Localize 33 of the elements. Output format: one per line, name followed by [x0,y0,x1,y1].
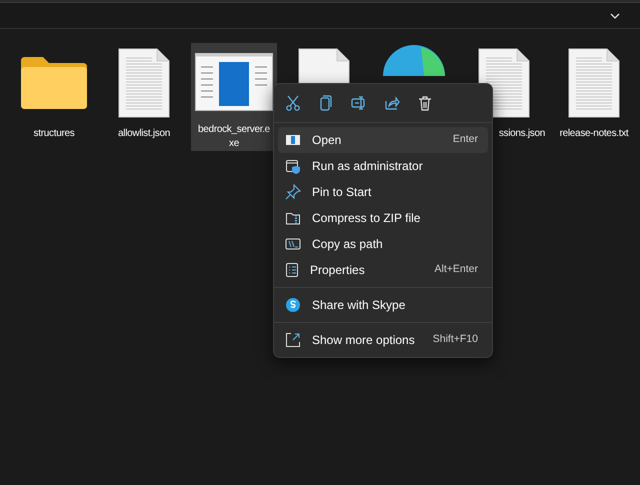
document-icon [568,48,620,118]
copy-icon [320,95,332,111]
folder-icon [19,55,89,111]
file-name: release-notes.txt [558,127,630,141]
window-icon [285,133,301,147]
menu-item[interactable]: Share with Skype [278,292,488,318]
properties-icon [285,262,299,278]
expand-icon [285,332,301,348]
share-icon [384,96,400,110]
file-item[interactable]: bedrock_server.exe [191,43,277,151]
skype-icon [285,297,301,313]
file-name: allowlist.json [117,127,171,141]
menu-item[interactable]: Open Enter [278,127,488,153]
file-name: bedrock_server.exe [197,123,271,151]
chevron-down-icon[interactable] [610,12,620,18]
application-window-icon [195,53,273,111]
menu-item[interactable]: Compress to ZIP file [278,205,488,231]
path-icon [285,237,301,251]
pin-icon [285,184,301,200]
file-name: structures [32,127,76,141]
zip-folder-icon [285,210,301,226]
rename-icon [351,96,367,110]
delete-icon [419,96,431,110]
document-icon [298,48,350,84]
menu-item[interactable]: Show more options Shift+F10 [278,327,488,353]
menu-item[interactable]: Run as administrator [278,153,488,179]
shield-window-icon [285,158,301,174]
document-icon [118,48,170,118]
menu-item[interactable]: Copy as path [278,231,488,257]
file-name: ssions.json [498,127,545,141]
menu-item[interactable]: Pin to Start [278,179,488,205]
cut-icon [286,95,300,111]
menu-item[interactable]: Properties Alt+Enter [278,257,488,283]
